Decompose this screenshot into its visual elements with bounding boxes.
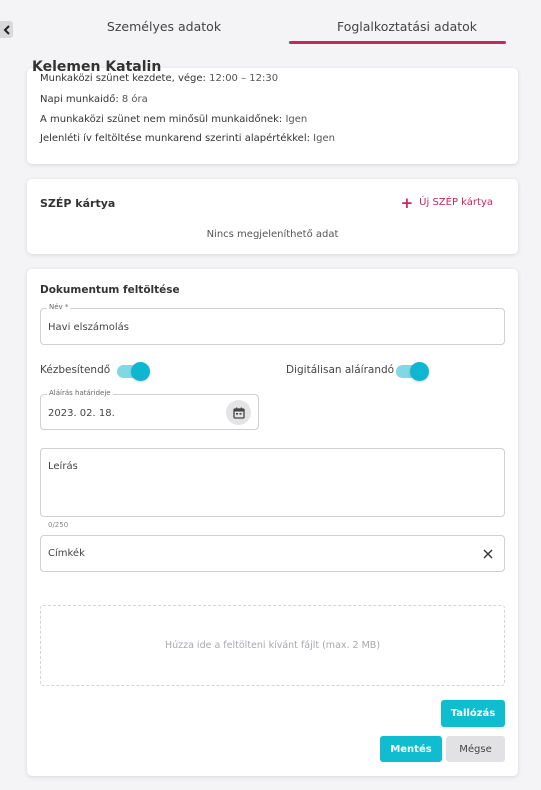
info-label: A munkaközi szünet nem minősül munkaidőn… xyxy=(40,114,283,125)
digital-sign-label: Digitálisan aláírandó xyxy=(286,364,395,376)
file-dropzone[interactable]: Húzza ide a feltölteni kívánt fájlt (max… xyxy=(40,605,505,686)
info-row-break-not-worktime: A munkaközi szünet nem minősül munkaidőn… xyxy=(40,114,307,125)
description-placeholder: Leírás xyxy=(48,461,78,472)
deadline-field-value: 2023. 02. 18. xyxy=(48,408,115,419)
add-szep-card-button[interactable]: + Új SZÉP kártya xyxy=(400,193,493,212)
empty-state-text: Nincs megjeleníthető adat xyxy=(206,229,339,240)
info-row-attendance-default: Jelenléti ív feltöltése munkarend szerin… xyxy=(40,133,335,144)
tags-placeholder: Címkék xyxy=(48,548,85,559)
employment-info-card: Munkaközi szünet kezdete, vége: 12:00 – … xyxy=(27,68,518,164)
description-textarea[interactable]: Leírás xyxy=(40,448,505,517)
name-field[interactable]: Név * Havi elszámolás xyxy=(40,303,505,345)
chevron-left-icon xyxy=(3,24,10,35)
active-tab-indicator xyxy=(289,41,506,44)
deadline-field-label: Aláírás határideje xyxy=(47,389,113,397)
szep-title: SZÉP kártya xyxy=(40,197,116,210)
info-label: Jelenléti ív feltöltése munkarend szerin… xyxy=(40,133,310,144)
info-label: Napi munkaidő: xyxy=(40,94,119,105)
plus-icon: + xyxy=(400,193,414,212)
deliverable-toggle[interactable] xyxy=(117,362,150,381)
toggle-knob xyxy=(410,362,429,381)
tags-input[interactable]: Címkék xyxy=(40,535,505,572)
cancel-button[interactable]: Mégse xyxy=(446,736,505,762)
description-char-count: 0/250 xyxy=(48,521,69,529)
calendar-button[interactable] xyxy=(226,400,251,425)
info-value: Igen xyxy=(285,114,308,125)
info-value: 12:00 – 12:30 xyxy=(209,73,279,84)
clear-tags-button[interactable] xyxy=(480,546,496,562)
person-name: Kelemen Katalin xyxy=(32,59,162,75)
browse-button[interactable]: Tallózás xyxy=(441,700,505,727)
signature-deadline-field[interactable]: Aláírás határideje 2023. 02. 18. xyxy=(40,389,259,430)
tab-employment-data[interactable]: Foglalkoztatási adatok xyxy=(307,19,507,34)
name-field-label: Név * xyxy=(47,303,71,311)
toggle-knob xyxy=(131,362,150,381)
info-value: 8 óra xyxy=(121,94,148,105)
dropzone-text: Húzza ide a feltölteni kívánt fájlt (max… xyxy=(164,640,381,651)
digital-sign-toggle[interactable] xyxy=(396,362,429,381)
info-row-daily-hours: Napi munkaidő: 8 óra xyxy=(40,94,148,105)
document-upload-title: Dokumentum feltöltése xyxy=(40,284,180,296)
tab-personal-data[interactable]: Személyes adatok xyxy=(89,19,239,34)
name-field-value: Havi elszámolás xyxy=(48,322,130,333)
info-value: Igen xyxy=(313,133,335,144)
szep-card-section: SZÉP kártya + Új SZÉP kártya Nincs megje… xyxy=(27,179,518,254)
tab-bar: Személyes adatok Foglalkoztatási adatok xyxy=(27,0,518,60)
calendar-icon xyxy=(232,407,245,419)
save-button[interactable]: Mentés xyxy=(380,736,442,762)
close-icon xyxy=(483,549,493,559)
deliverable-label: Kézbesítendő xyxy=(40,364,111,376)
back-button[interactable] xyxy=(0,21,13,38)
document-upload-card: Dokumentum feltöltése Név * Havi elszámo… xyxy=(27,269,518,776)
add-szep-card-label: Új SZÉP kártya xyxy=(419,197,493,208)
